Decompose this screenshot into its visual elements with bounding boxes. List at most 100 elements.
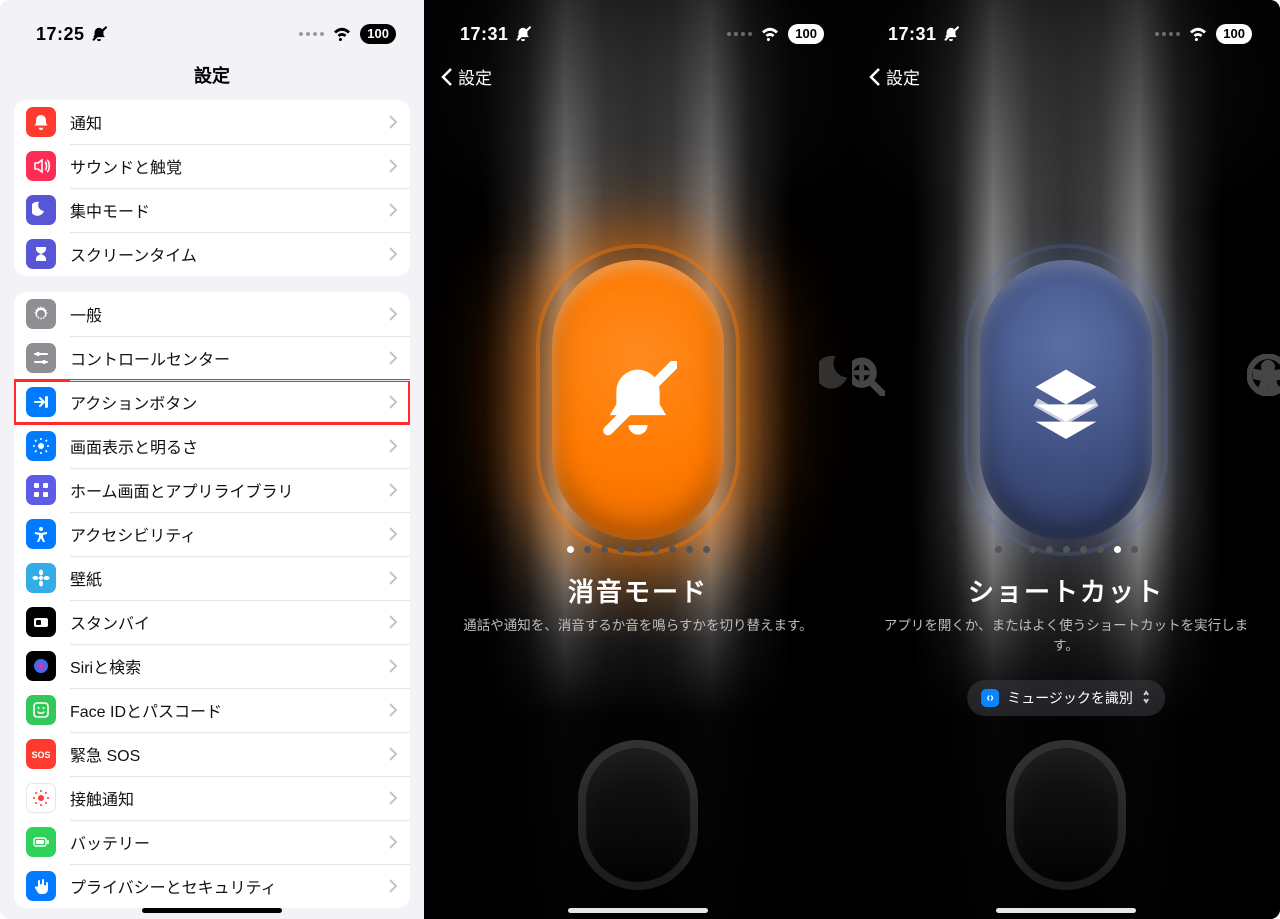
sounds-icon <box>26 151 56 181</box>
settings-row-label: アクセシビリティ <box>70 522 388 546</box>
battery-icon <box>26 827 56 857</box>
shortcut-picker[interactable]: ミュージックを識別 <box>967 680 1165 716</box>
faceid-icon <box>26 695 56 725</box>
settings-row-wallpaper[interactable]: 壁紙 <box>14 556 410 600</box>
back-label: 設定 <box>458 64 492 89</box>
settings-row-battery[interactable]: バッテリー <box>14 820 410 864</box>
wallpaper-icon <box>26 563 56 593</box>
chevron-right-icon <box>388 483 398 497</box>
settings-row-privacy[interactable]: プライバシーとセキュリティ <box>14 864 410 908</box>
chevron-right-icon <box>388 879 398 893</box>
action-button-preview[interactable] <box>552 260 724 540</box>
accessibility-icon <box>26 519 56 549</box>
battery-pill: 100 <box>360 24 396 44</box>
status-right: 100 <box>1155 24 1252 44</box>
chevron-right-icon <box>388 203 398 217</box>
action-button-shortcut-screen: 17:31 100 設定 <box>852 0 1280 919</box>
status-time: 17:31 <box>460 24 531 45</box>
exposure-icon <box>26 783 56 813</box>
chevron-right-icon <box>388 115 398 129</box>
settings-row-label: 集中モード <box>70 198 388 222</box>
chevron-right-icon <box>388 791 398 805</box>
settings-row-display[interactable]: 画面表示と明るさ <box>14 424 410 468</box>
home-indicator[interactable] <box>568 908 708 913</box>
settings-row-label: 一般 <box>70 302 388 326</box>
settings-row-sounds[interactable]: サウンドと触覚 <box>14 144 410 188</box>
back-button[interactable]: 設定 <box>440 64 492 89</box>
wifi-icon <box>760 24 780 44</box>
settings-row-label: バッテリー <box>70 830 388 854</box>
settings-group-1: 通知サウンドと触覚集中モードスクリーンタイム <box>14 100 410 276</box>
settings-row-label: プライバシーとセキュリティ <box>70 874 388 898</box>
status-bar: 17:31 100 <box>424 0 852 60</box>
controlcenter-icon <box>26 343 56 373</box>
settings-row-general[interactable]: 一般 <box>14 292 410 336</box>
settings-row-notifications[interactable]: 通知 <box>14 100 410 144</box>
settings-row-accessibility[interactable]: アクセシビリティ <box>14 512 410 556</box>
home-indicator[interactable] <box>996 908 1136 913</box>
siri-icon <box>26 651 56 681</box>
status-right: 100 <box>299 24 396 44</box>
chevron-right-icon <box>388 351 398 365</box>
mode-title: ショートカット <box>852 572 1280 609</box>
home-indicator[interactable] <box>142 908 282 913</box>
chevron-right-icon <box>388 395 398 409</box>
settings-row-homescreen[interactable]: ホーム画面とアプリライブラリ <box>14 468 410 512</box>
settings-row-label: 通知 <box>70 110 388 134</box>
mode-description: 通話や通知を、消音するか音を鳴らすかを切り替えます。 <box>448 616 828 636</box>
settings-row-actionbutton[interactable]: アクションボタン <box>14 380 410 424</box>
battery-pill: 100 <box>788 24 824 44</box>
settings-row-controlcenter[interactable]: コントロールセンター <box>14 336 410 380</box>
settings-row-label: ホーム画面とアプリライブラリ <box>70 478 388 502</box>
mode-description: アプリを開くか、またはよく使うショートカットを実行します。 <box>876 616 1256 657</box>
homescreen-icon <box>26 475 56 505</box>
action-button-outline <box>1006 740 1126 890</box>
chevron-right-icon <box>388 571 398 585</box>
status-right: 100 <box>727 24 824 44</box>
chevron-right-icon <box>388 439 398 453</box>
actionbutton-icon <box>26 387 56 417</box>
chevron-right-icon <box>388 307 398 321</box>
back-button[interactable]: 設定 <box>868 64 920 89</box>
silent-icon <box>943 26 959 42</box>
settings-row-label: 壁紙 <box>70 566 388 590</box>
settings-row-label: Face IDとパスコード <box>70 698 388 722</box>
settings-screen: 17:25 100 設定 通知サウンドと触覚集中モードスクリーンタイム 一般コン… <box>0 0 424 919</box>
chevron-right-icon <box>388 747 398 761</box>
settings-row-label: 緊急 SOS <box>70 742 388 766</box>
display-icon <box>26 431 56 461</box>
shortcut-layers-icon <box>1027 361 1105 439</box>
privacy-icon <box>26 871 56 901</box>
settings-row-exposure[interactable]: 接触通知 <box>14 776 410 820</box>
settings-row-focus[interactable]: 集中モード <box>14 188 410 232</box>
shortcut-picker-label: ミュージックを識別 <box>1007 688 1133 708</box>
settings-row-faceid[interactable]: Face IDとパスコード <box>14 688 410 732</box>
chevron-right-icon <box>388 159 398 173</box>
action-button-preview[interactable] <box>980 260 1152 540</box>
sos-icon <box>26 739 56 769</box>
chevron-updown-icon <box>1141 690 1151 707</box>
bell-slash-icon <box>599 361 677 439</box>
page-dots[interactable] <box>424 546 852 553</box>
settings-row-standby[interactable]: スタンバイ <box>14 600 410 644</box>
settings-row-label: スタンバイ <box>70 610 388 634</box>
settings-row-label: 画面表示と明るさ <box>70 434 388 458</box>
settings-row-siri[interactable]: Siriと検索 <box>14 644 410 688</box>
settings-row-label: アクションボタン <box>70 390 388 414</box>
cell-signal-icon <box>299 32 324 36</box>
cell-signal-icon <box>1155 32 1180 36</box>
notifications-icon <box>26 107 56 137</box>
wifi-icon <box>1188 24 1208 44</box>
focus-icon <box>26 195 56 225</box>
page-dots[interactable] <box>852 546 1280 553</box>
standby-icon <box>26 607 56 637</box>
chevron-right-icon <box>388 659 398 673</box>
shazam-icon <box>981 689 999 707</box>
page-title: 設定 <box>0 62 424 88</box>
settings-row-screentime[interactable]: スクリーンタイム <box>14 232 410 276</box>
settings-row-label: コントロールセンター <box>70 346 388 370</box>
status-bar: 17:31 100 <box>852 0 1280 60</box>
settings-row-label: スクリーンタイム <box>70 242 388 266</box>
chevron-right-icon <box>388 247 398 261</box>
settings-row-sos[interactable]: 緊急 SOS <box>14 732 410 776</box>
